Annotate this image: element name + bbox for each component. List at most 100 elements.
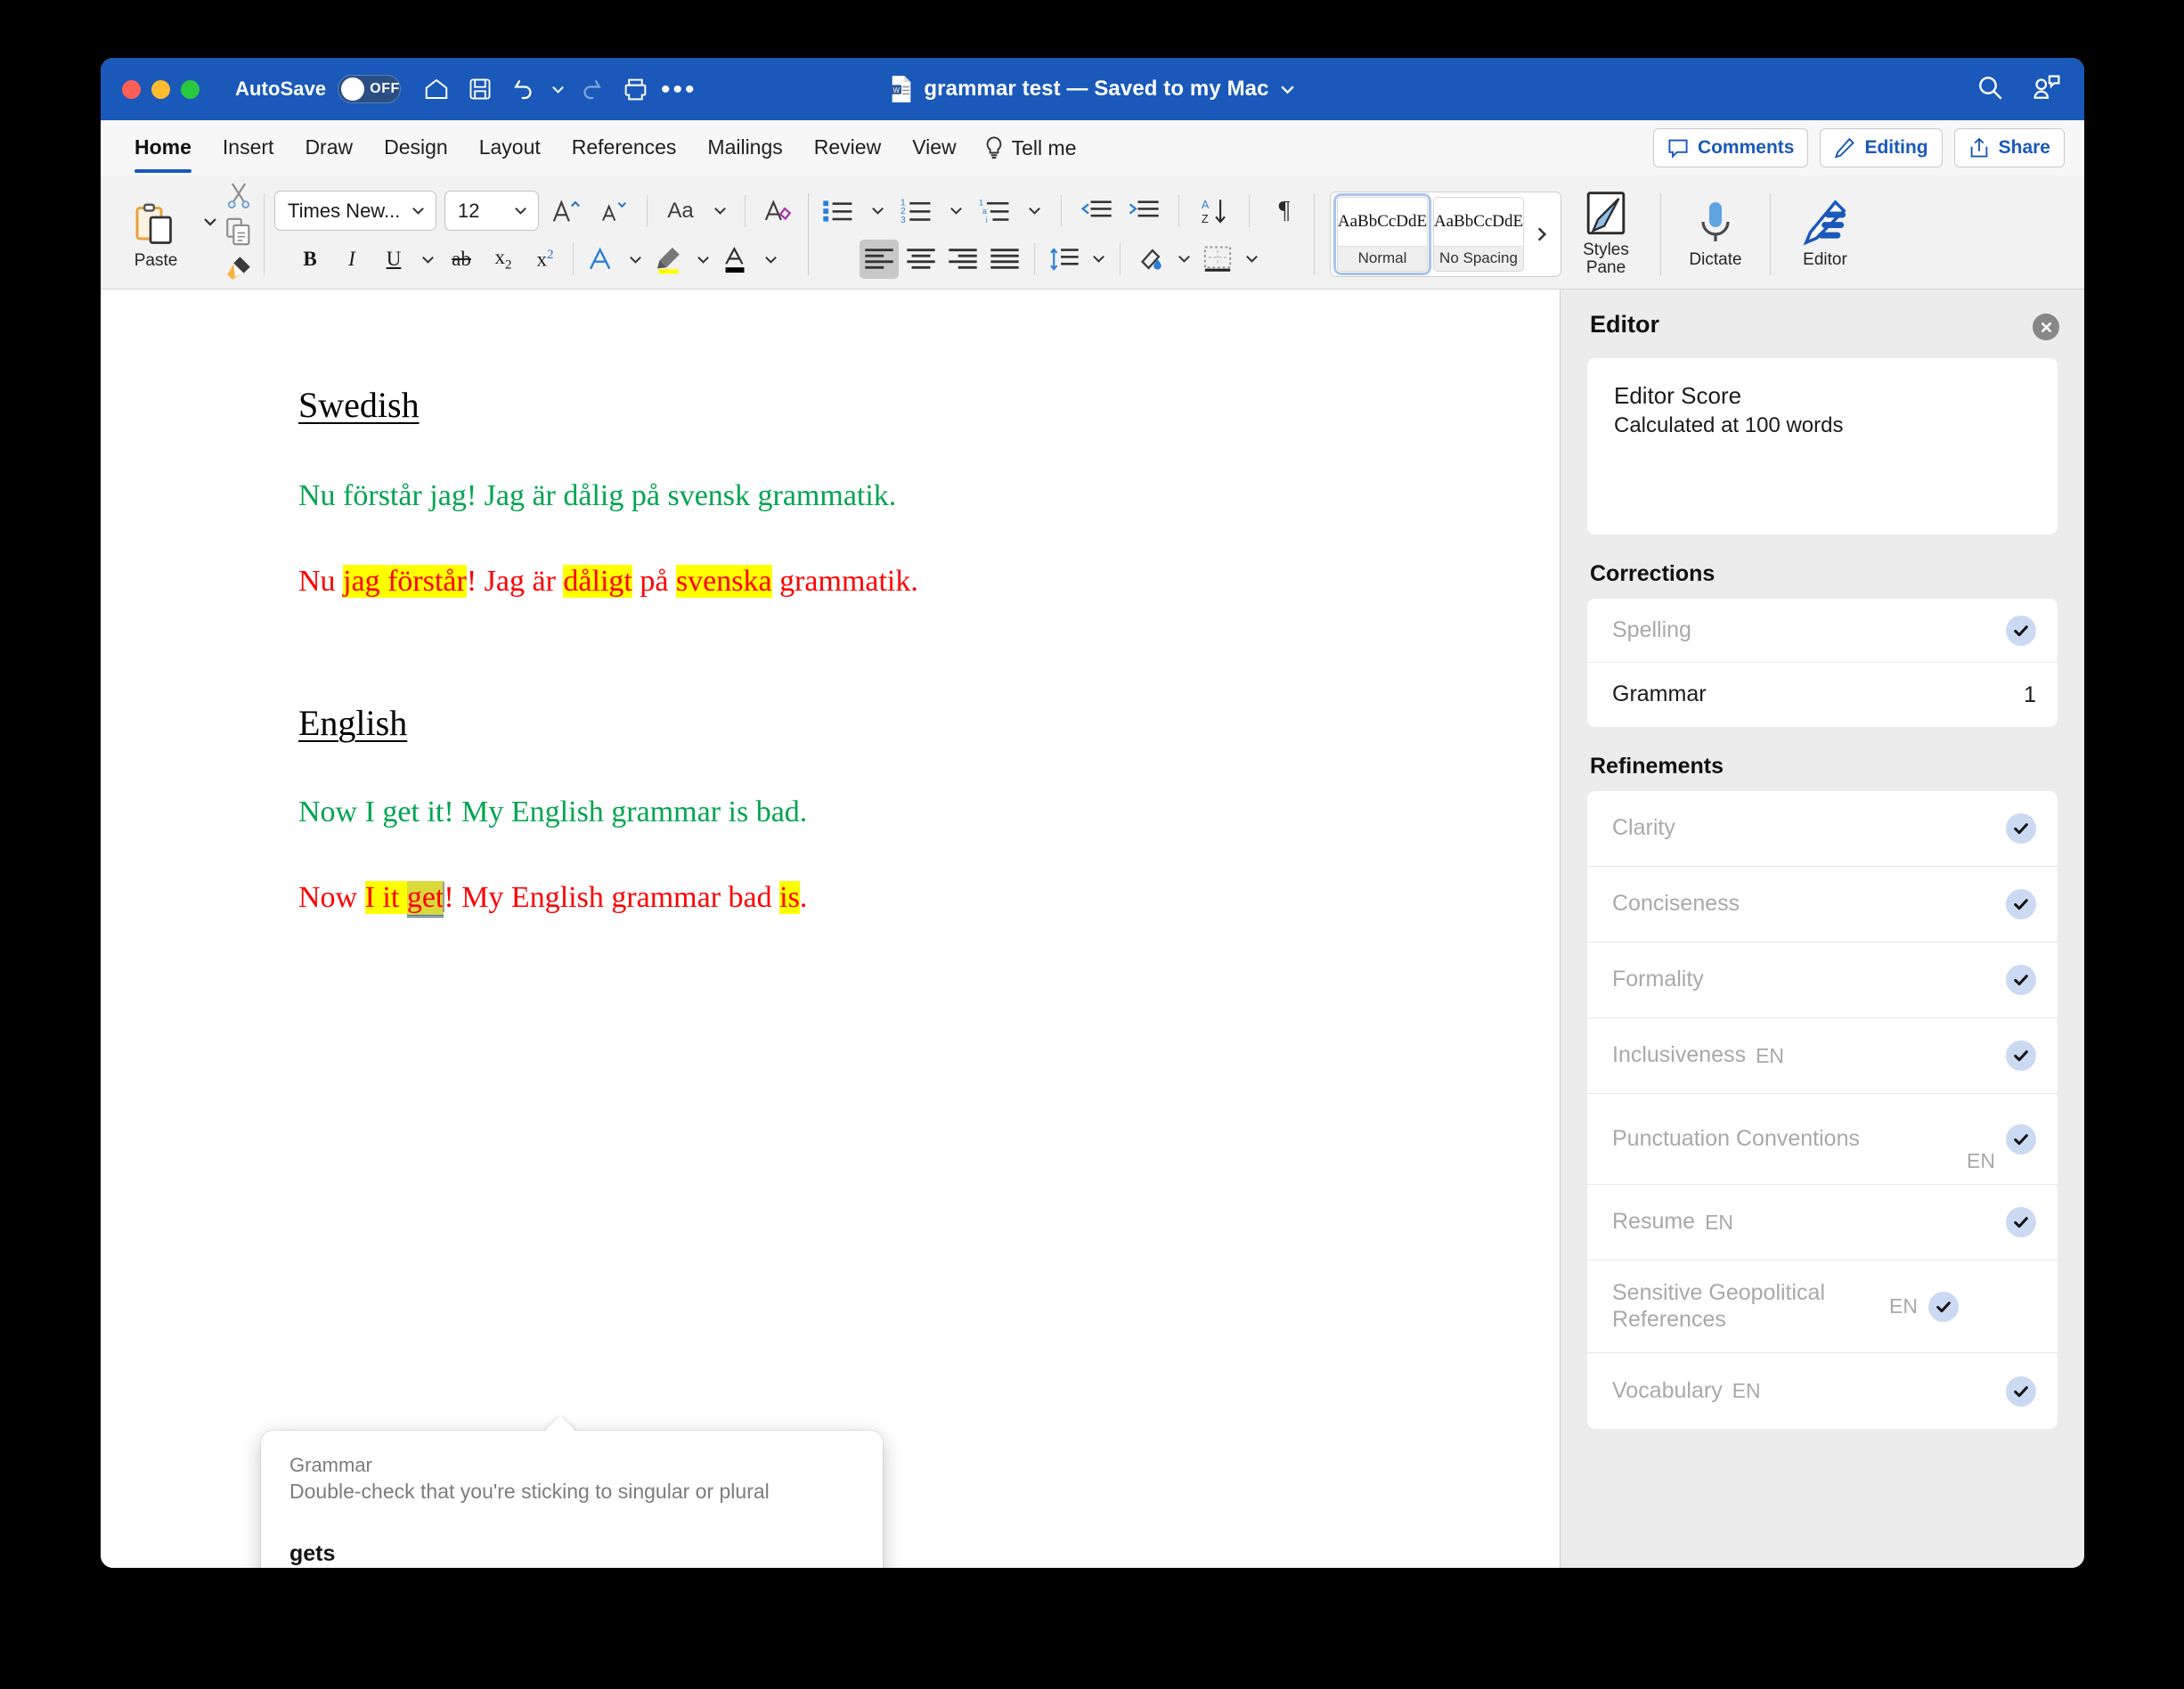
autosave-control[interactable]: AutoSave OFF xyxy=(235,75,402,103)
font-color-icon[interactable] xyxy=(717,240,756,279)
home-icon[interactable] xyxy=(417,69,456,109)
increase-font-size-icon[interactable] xyxy=(547,192,586,231)
clear-formatting-icon[interactable] xyxy=(759,192,798,231)
title-chevron-down-icon[interactable] xyxy=(1279,81,1296,98)
paste-button[interactable]: Paste xyxy=(113,198,199,271)
check-icon xyxy=(2006,615,2036,646)
paste-chevron-down-icon[interactable] xyxy=(199,202,222,241)
style-no-spacing[interactable]: AaBbCcDdE No Spacing xyxy=(1433,196,1524,272)
editing-button[interactable]: Editing xyxy=(1820,128,1943,167)
correction-item-spelling[interactable]: Spelling xyxy=(1587,599,2058,663)
grammar-error-run[interactable]: get xyxy=(406,881,444,918)
collaborators-icon[interactable] xyxy=(2031,74,2061,105)
styles-more-chevron-right-icon[interactable] xyxy=(1527,225,1557,243)
editor-button[interactable]: Editor xyxy=(1781,199,1870,269)
refinement-item-inclusiveness[interactable]: Inclusiveness EN xyxy=(1587,1018,2058,1094)
align-right-button[interactable] xyxy=(943,240,982,279)
more-icon[interactable]: ••• xyxy=(659,69,698,109)
tab-view[interactable]: View xyxy=(898,132,970,165)
font-color-chevron-down-icon[interactable] xyxy=(759,240,782,279)
tab-draw[interactable]: Draw xyxy=(290,132,367,165)
refinement-label: Punctuation Conventions xyxy=(1612,1125,1860,1151)
underline-button[interactable]: U xyxy=(374,240,413,279)
strikethrough-button[interactable]: ab xyxy=(442,240,481,279)
highlight-color-icon[interactable] xyxy=(649,240,689,279)
search-icon[interactable] xyxy=(1976,73,2004,106)
tab-references[interactable]: References xyxy=(558,132,691,165)
borders-chevron-down-icon[interactable] xyxy=(1240,240,1263,279)
undo-icon[interactable] xyxy=(504,69,543,109)
document-canvas[interactable]: Swedish Nu förstår jag! Jag är dålig på … xyxy=(101,290,1560,1568)
popup-suggestion[interactable]: gets xyxy=(289,1541,854,1567)
underline-chevron-down-icon[interactable] xyxy=(416,240,439,279)
print-icon[interactable] xyxy=(615,69,655,109)
refinement-item-resume[interactable]: Resume EN xyxy=(1587,1185,2058,1261)
bold-button[interactable]: B xyxy=(290,240,330,279)
show-formatting-marks-icon[interactable]: ¶ xyxy=(1265,192,1304,231)
correction-label: Spelling xyxy=(1612,616,1691,642)
multilevel-list-chevron-down-icon[interactable] xyxy=(1023,192,1046,231)
tell-me-button[interactable]: Tell me xyxy=(974,135,1077,160)
text-effects-icon[interactable] xyxy=(582,240,621,279)
decrease-font-size-icon[interactable] xyxy=(594,192,633,231)
shading-chevron-down-icon[interactable] xyxy=(1172,240,1195,279)
refinement-item-sensitive-geopolitical-references[interactable]: Sensitive Geopolitical References EN xyxy=(1587,1261,2058,1353)
copy-icon[interactable] xyxy=(224,216,254,251)
bullet-list-icon[interactable] xyxy=(819,192,858,231)
shading-icon[interactable] xyxy=(1130,240,1169,279)
font-size-select[interactable]: 12 xyxy=(444,191,539,231)
format-painter-icon[interactable] xyxy=(224,253,254,288)
font-name-select[interactable]: Times New... xyxy=(274,191,436,231)
multilevel-list-icon[interactable]: 1ai xyxy=(975,192,1015,231)
popup-category: Grammar xyxy=(289,1454,372,1476)
highlight-chevron-down-icon[interactable] xyxy=(691,240,714,279)
sort-icon[interactable]: AZ xyxy=(1194,192,1234,231)
align-left-button[interactable] xyxy=(860,239,899,279)
tab-home[interactable]: Home xyxy=(120,132,206,173)
increase-indent-icon[interactable] xyxy=(1124,192,1163,231)
line-spacing-icon[interactable] xyxy=(1045,240,1084,279)
share-button[interactable]: Share xyxy=(1953,128,2065,167)
numbered-list-chevron-down-icon[interactable] xyxy=(944,192,967,231)
refinement-item-punctuation-conventions[interactable]: Punctuation Conventions EN xyxy=(1587,1094,2058,1185)
dictate-button[interactable]: Dictate xyxy=(1671,199,1760,269)
maximize-window-button[interactable] xyxy=(181,79,200,99)
bullet-list-chevron-down-icon[interactable] xyxy=(866,192,889,231)
document-page[interactable]: Swedish Nu förstår jag! Jag är dålig på … xyxy=(101,290,1560,1568)
autosave-toggle[interactable]: OFF xyxy=(338,75,402,103)
refinement-item-conciseness[interactable]: Conciseness xyxy=(1587,867,2058,942)
change-case-chevron-down-icon[interactable] xyxy=(708,192,731,231)
superscript-button[interactable]: x2 xyxy=(526,240,565,279)
line-spacing-chevron-down-icon[interactable] xyxy=(1087,240,1110,279)
refinement-item-vocabulary[interactable]: Vocabulary EN xyxy=(1587,1353,2058,1429)
comments-button[interactable]: Comments xyxy=(1652,128,1809,167)
refinement-item-clarity[interactable]: Clarity xyxy=(1587,791,2058,867)
text-effects-chevron-down-icon[interactable] xyxy=(623,240,647,279)
tab-design[interactable]: Design xyxy=(370,132,462,165)
tab-mailings[interactable]: Mailings xyxy=(693,132,796,165)
decrease-indent-icon[interactable] xyxy=(1077,192,1116,231)
cut-icon[interactable] xyxy=(224,180,254,215)
justify-button[interactable] xyxy=(985,240,1024,279)
tab-review[interactable]: Review xyxy=(800,132,895,165)
styles-pane-button[interactable]: Styles Pane xyxy=(1561,191,1650,277)
close-window-button[interactable] xyxy=(122,79,141,99)
style-normal[interactable]: AaBbCcDdE Normal xyxy=(1333,192,1431,275)
refinement-item-formality[interactable]: Formality xyxy=(1587,942,2058,1018)
document-title[interactable]: grammar test — Saved to my Mac xyxy=(924,77,1268,102)
tab-layout[interactable]: Layout xyxy=(465,132,555,165)
change-case-button[interactable]: Aa xyxy=(661,192,700,231)
italic-button[interactable]: I xyxy=(332,240,371,279)
subscript-button[interactable]: x2 xyxy=(484,240,523,279)
redo-icon[interactable] xyxy=(572,69,611,109)
borders-icon[interactable] xyxy=(1198,240,1237,279)
highlighted-run: I it xyxy=(364,881,407,914)
minimize-window-button[interactable] xyxy=(151,79,170,99)
close-icon[interactable] xyxy=(2033,314,2059,340)
align-center-button[interactable] xyxy=(901,240,941,279)
correction-item-grammar[interactable]: Grammar 1 xyxy=(1587,663,2058,727)
numbered-list-icon[interactable]: 123 xyxy=(897,192,936,231)
undo-chevron-down-icon[interactable] xyxy=(548,69,567,109)
save-icon[interactable] xyxy=(460,69,500,109)
tab-insert[interactable]: Insert xyxy=(208,132,289,165)
